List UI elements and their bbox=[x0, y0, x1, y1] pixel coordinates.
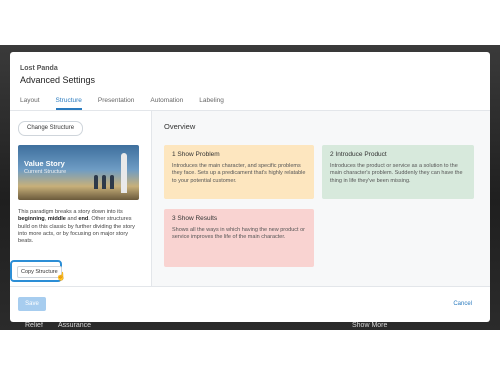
overview-card-introduce-product: 2 Introduce Product Introduces the produ… bbox=[322, 145, 474, 199]
rocket-illustration bbox=[121, 153, 127, 193]
card-text: Shows all the ways in which having the n… bbox=[172, 227, 305, 241]
background-label-show-more: Show More bbox=[352, 322, 388, 329]
story-thumbnail: Value Story Current Structure bbox=[18, 145, 139, 200]
person-figure bbox=[102, 175, 106, 189]
modal-header: Lost Panda Advanced Settings Layout Stru… bbox=[10, 52, 490, 111]
copy-structure-highlight: Copy Structure ☝ bbox=[10, 260, 66, 282]
tab-presentation[interactable]: Presentation bbox=[98, 97, 135, 110]
person-figure bbox=[110, 175, 114, 189]
structure-description: This paradigm breaks a story down into i… bbox=[18, 209, 143, 245]
desc-bold-end: end bbox=[78, 216, 89, 223]
card-text: Introduces the main character, and speci… bbox=[172, 163, 306, 184]
story-subtitle: Current Structure bbox=[24, 169, 67, 175]
desc-bold-middle: middle bbox=[47, 216, 66, 223]
desc-text: and bbox=[65, 216, 79, 223]
hand-cursor-icon: ☝ bbox=[56, 272, 66, 281]
tab-structure[interactable]: Structure bbox=[55, 97, 82, 110]
cancel-button[interactable]: Cancel bbox=[453, 301, 472, 307]
overview-card-show-problem: 1 Show Problem Introduces the main chara… bbox=[164, 145, 314, 199]
story-title: Value Story bbox=[24, 159, 65, 168]
overview-heading: Overview bbox=[164, 122, 196, 131]
tab-bar: Layout Structure Presentation Automation… bbox=[20, 97, 224, 110]
person-figure bbox=[94, 175, 98, 189]
card-text: Introduces the product or service as a s… bbox=[330, 163, 463, 184]
advanced-settings-modal: Lost Panda Advanced Settings Layout Stru… bbox=[10, 52, 490, 322]
desc-text: This paradigm breaks a story down into i… bbox=[18, 209, 123, 215]
background-label-relief: Relief bbox=[25, 322, 43, 329]
overview-card-show-results: 3 Show Results Shows all the ways in whi… bbox=[164, 209, 314, 267]
tab-labeling[interactable]: Labeling bbox=[199, 97, 224, 110]
card-title: 1 Show Problem bbox=[172, 151, 220, 158]
desc-bold-beginning: beginning bbox=[18, 216, 45, 223]
card-title: 3 Show Results bbox=[172, 215, 218, 222]
card-title: 2 Introduce Product bbox=[330, 151, 387, 158]
background-label-assurance: Assurance bbox=[58, 322, 92, 329]
overview-panel: Overview 1 Show Problem Introduces the m… bbox=[152, 111, 490, 286]
save-button[interactable]: Save bbox=[18, 297, 46, 311]
tab-layout[interactable]: Layout bbox=[20, 97, 40, 110]
structure-sidebar: Change Structure Value Story Current Str… bbox=[10, 111, 152, 286]
tab-automation[interactable]: Automation bbox=[150, 97, 183, 110]
change-structure-button[interactable]: Change Structure bbox=[18, 121, 84, 136]
modal-title: Advanced Settings bbox=[20, 75, 96, 85]
modal-footer: Save Cancel bbox=[10, 286, 490, 322]
project-name: Lost Panda bbox=[20, 65, 58, 72]
copy-structure-button[interactable]: Copy Structure bbox=[17, 266, 62, 278]
